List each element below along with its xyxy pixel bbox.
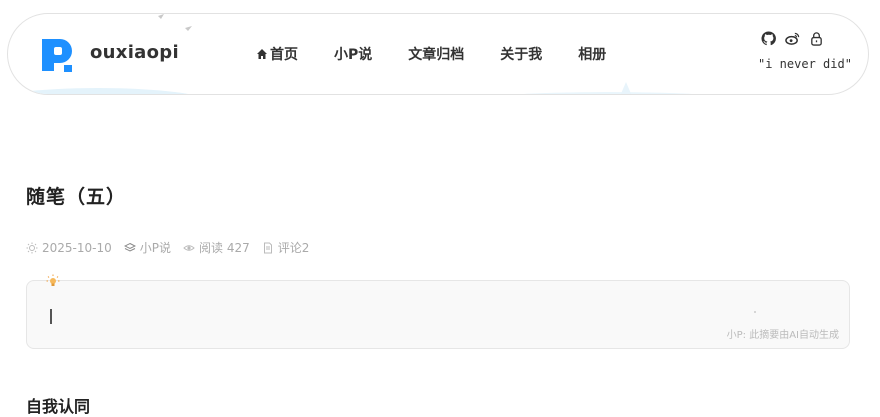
- brand-name[interactable]: ouxiaopi: [90, 42, 179, 63]
- lock-icon[interactable]: [809, 31, 824, 46]
- meta-date: 2025-10-10: [26, 241, 112, 255]
- eye-icon: [183, 244, 195, 251]
- layers-icon: [123, 242, 136, 252]
- nav-item-archive[interactable]: 文章归档: [408, 44, 464, 64]
- article-meta: 2025-10-10 小P说 阅读 427 评论2: [26, 239, 321, 256]
- ai-summary-box: 小P: 此摘要由AI自动生成: [26, 274, 850, 349]
- meta-reads: 阅读 427: [183, 239, 250, 256]
- nav-item-album[interactable]: 相册: [578, 44, 606, 64]
- document-icon: [263, 242, 272, 253]
- decorative-dot: [754, 311, 756, 313]
- site-header: ouxiaopi 首页 小P说 文章归档 关于我 相册 "i never did…: [7, 13, 869, 95]
- motto-text: "i never did": [758, 57, 852, 71]
- nav-item-about[interactable]: 关于我: [500, 44, 542, 64]
- nav-label-xiaop: 小P说: [334, 47, 373, 63]
- logo-icon[interactable]: [40, 36, 78, 74]
- nav-label-about: 关于我: [500, 47, 543, 63]
- typing-cursor: [50, 309, 52, 324]
- weibo-icon[interactable]: [785, 31, 800, 46]
- nav-item-home[interactable]: 首页: [256, 44, 298, 64]
- lightbulb-icon: [46, 274, 60, 286]
- main-nav: 首页 小P说 文章归档 关于我 相册: [256, 44, 642, 64]
- section-heading: 自我认同: [26, 397, 91, 416]
- nav-item-xiaop[interactable]: 小P说: [334, 44, 372, 64]
- nav-label-home: 首页: [270, 47, 298, 63]
- home-icon: [257, 49, 267, 59]
- article-title: 随笔（五）: [26, 186, 127, 208]
- ai-summary-note: 小P: 此摘要由AI自动生成: [726, 330, 839, 341]
- social-links: [761, 31, 833, 46]
- meta-category[interactable]: 小P说: [123, 239, 171, 256]
- nav-label-album: 相册: [578, 47, 607, 63]
- meta-reads-text: 阅读 427: [199, 241, 250, 255]
- meta-comments-text: 评论2: [277, 241, 310, 255]
- nav-label-archive: 文章归档: [408, 47, 465, 63]
- github-icon[interactable]: [761, 31, 776, 46]
- meta-date-text: 2025-10-10: [42, 240, 112, 255]
- sun-icon: [26, 242, 38, 253]
- meta-comments[interactable]: 评论2: [262, 239, 310, 256]
- meta-category-text: 小P说: [139, 241, 171, 255]
